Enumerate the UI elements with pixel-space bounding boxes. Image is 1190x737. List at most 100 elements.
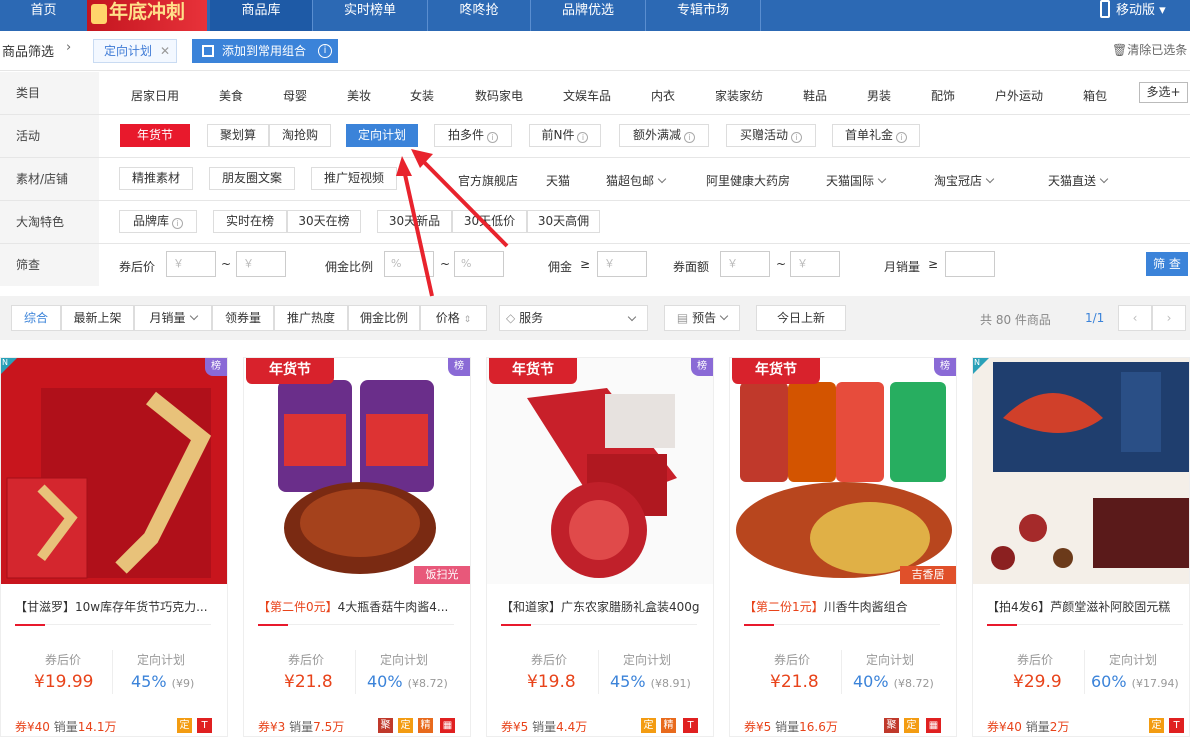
material-chip[interactable]: 精推素材 (119, 167, 193, 190)
max-price-input[interactable]: ￥ (236, 251, 286, 277)
activity-chip[interactable]: 拍多件 i (434, 124, 512, 147)
activity-chip[interactable]: 买赠活动 i (726, 124, 816, 147)
service-label: 服务 (519, 311, 544, 325)
new-tag-label: N (2, 358, 8, 367)
sort-updown-icon: ⇕ (463, 315, 472, 325)
sort-commission-rate[interactable]: 佣金比例 (348, 305, 420, 331)
product-image[interactable] (244, 358, 470, 584)
info-icon[interactable]: i (318, 44, 332, 58)
activity-chip[interactable]: 淘抢购 (269, 124, 331, 147)
category-item[interactable]: 美食 (219, 87, 243, 104)
shop-filter[interactable]: 天猫国际 (826, 172, 887, 189)
activity-chip-selected[interactable]: 定向计划 (346, 124, 418, 147)
product-image[interactable] (1, 358, 227, 584)
nav-home[interactable]: 首页 (0, 0, 87, 31)
special-chip[interactable]: 30天新品 (377, 210, 452, 233)
nav-brand-picks[interactable]: 品牌优选 (531, 0, 645, 31)
max-rate-input[interactable]: % (454, 251, 504, 277)
product-card[interactable]: 年货节 榜 吉香居 【第二份1元】川香牛肉酱组合 券后价 定向计划 ¥21.8 … (729, 357, 957, 737)
sort-comprehensive[interactable]: 综合 (11, 305, 61, 331)
activity-new-year-festival[interactable]: 年货节 (120, 124, 190, 147)
special-chip[interactable]: 实时在榜 (213, 210, 287, 233)
promo-banner[interactable]: 年底冲刺 (87, 0, 207, 31)
category-item[interactable]: 居家日用 (131, 87, 179, 104)
category-item[interactable]: 母婴 (283, 87, 307, 104)
special-chip[interactable]: 30天在榜 (287, 210, 361, 233)
nav-realtime-rank[interactable]: 实时榜单 (313, 0, 427, 31)
mobile-version-link[interactable]: 移动版 ▾ (1100, 0, 1166, 24)
title-text: 【和道家】广东农家腊肠礼盒装400g (501, 600, 700, 614)
category-item[interactable]: 户外运动 (995, 87, 1043, 104)
close-icon[interactable]: ✕ (160, 40, 170, 62)
product-card[interactable]: 年货节 榜 【和道家】广东农家腊肠礼盒装400g 券后价 定向计划 ¥19.8 … (486, 357, 714, 737)
min-coupon-input[interactable]: ￥ (720, 251, 770, 277)
product-card[interactable]: N 榜 【甘滋罗】10w库存年货节巧克力... 券后价 定向计划 ¥19.99 … (0, 357, 228, 737)
category-item[interactable]: 家装家纺 (715, 87, 763, 104)
category-item[interactable]: 女装 (410, 87, 434, 104)
activity-chip[interactable]: 聚划算 (207, 124, 269, 147)
shop-filter[interactable]: 阿里健康大药房 (706, 172, 790, 189)
product-title[interactable]: 【和道家】广东农家腊肠礼盒装400g (501, 598, 705, 615)
nav-album-market[interactable]: 专辑市场 (646, 0, 760, 31)
product-image[interactable] (487, 358, 713, 584)
shop-filter[interactable]: 淘宝冠店 (934, 172, 995, 189)
multi-select-button[interactable]: 多选+ (1139, 82, 1188, 103)
special-chip[interactable]: 30天高佣 (527, 210, 600, 233)
category-item[interactable]: 文娱车品 (563, 87, 611, 104)
product-title[interactable]: 【拍4发6】芦颜堂滋补阿胶固元糕 (987, 598, 1189, 615)
mobile-label: 移动版 (1116, 3, 1156, 18)
product-image[interactable] (730, 358, 956, 584)
nav-flash-sale[interactable]: 咚咚抢 (428, 0, 530, 31)
product-card[interactable]: 年货节 榜 饭扫光 【第二件0元】4大瓶香菇牛肉酱4... 券后价 定向计划 ¥… (243, 357, 471, 737)
category-item[interactable]: 鞋品 (803, 87, 827, 104)
category-item[interactable]: 美妆 (347, 87, 371, 104)
activity-chip[interactable]: 前N件 i (529, 124, 601, 147)
product-card[interactable]: N 【拍4发6】芦颜堂滋补阿胶固元糕 券后价 定向计划 ¥29.9 60% (¥… (972, 357, 1190, 737)
special-chip[interactable]: 品牌库 i (119, 210, 197, 233)
shop-filter[interactable]: 天猫 (546, 172, 570, 189)
min-commission-input[interactable]: ￥ (597, 251, 647, 277)
category-item[interactable]: 男装 (867, 87, 891, 104)
shop-filter[interactable]: 天猫直送 (1048, 172, 1109, 189)
clear-filters-button[interactable]: 🗑清除已选条 (1112, 41, 1187, 58)
special-chip[interactable]: 30天低价 (452, 210, 527, 233)
today-new-button[interactable]: 今日上新 (756, 305, 846, 331)
service-select[interactable]: ◇ 服务 (499, 305, 648, 331)
shop-filter[interactable]: 官方旗舰店 (458, 172, 518, 189)
min-rate-input[interactable]: % (384, 251, 434, 277)
shop-filter[interactable]: 猫超包邮 (606, 172, 667, 189)
selected-filter-tag[interactable]: 定向计划 ✕ (93, 39, 177, 63)
nav-product-library[interactable]: 商品库 (210, 0, 312, 31)
product-title[interactable]: 【甘滋罗】10w库存年货节巧克力... (15, 598, 219, 615)
activity-chip[interactable]: 额外满减 i (619, 124, 709, 147)
sort-price[interactable]: 价格 ⇕ (420, 305, 487, 331)
add-to-favorites-button[interactable]: 添加到常用组合 i (192, 39, 338, 63)
sort-newest[interactable]: 最新上架 (61, 305, 134, 331)
screen-button[interactable]: 筛 查 (1146, 252, 1188, 276)
category-item[interactable]: 内衣 (651, 87, 675, 104)
preview-select[interactable]: ▤ 预告 (664, 305, 740, 331)
sort-monthly-sales[interactable]: 月销量 (134, 305, 212, 331)
category-item[interactable]: 箱包 (1083, 87, 1107, 104)
category-item[interactable]: 配饰 (931, 87, 955, 104)
product-image[interactable] (973, 358, 1189, 584)
title-text: 【拍4发6】芦颜堂滋补阿胶固元糕 (987, 600, 1171, 614)
product-title[interactable]: 【第二份1元】川香牛肉酱组合 (744, 598, 948, 615)
sort-popularity[interactable]: 推广热度 (274, 305, 348, 331)
min-sales-input[interactable] (945, 251, 995, 277)
category-item[interactable]: 数码家电 (475, 87, 523, 104)
prev-page-button[interactable]: ‹ (1118, 305, 1152, 331)
material-chip[interactable]: 朋友圈文案 (209, 167, 295, 190)
plan-label: 定向计划 (380, 653, 429, 667)
min-price-input[interactable]: ￥ (166, 251, 216, 277)
info-icon: i (577, 132, 589, 143)
max-coupon-input[interactable]: ￥ (790, 251, 840, 277)
rate-value: 45% (131, 672, 167, 691)
tmall-badge-icon: T (683, 718, 698, 733)
next-page-button[interactable]: › (1152, 305, 1186, 331)
sort-coupon-count[interactable]: 领券量 (212, 305, 274, 331)
material-chip[interactable]: 推广短视频 (311, 167, 397, 190)
sales-value: 7.5万 (313, 720, 345, 734)
product-title[interactable]: 【第二件0元】4大瓶香菇牛肉酱4... (258, 598, 462, 615)
activity-chip[interactable]: 首单礼金 i (832, 124, 920, 147)
